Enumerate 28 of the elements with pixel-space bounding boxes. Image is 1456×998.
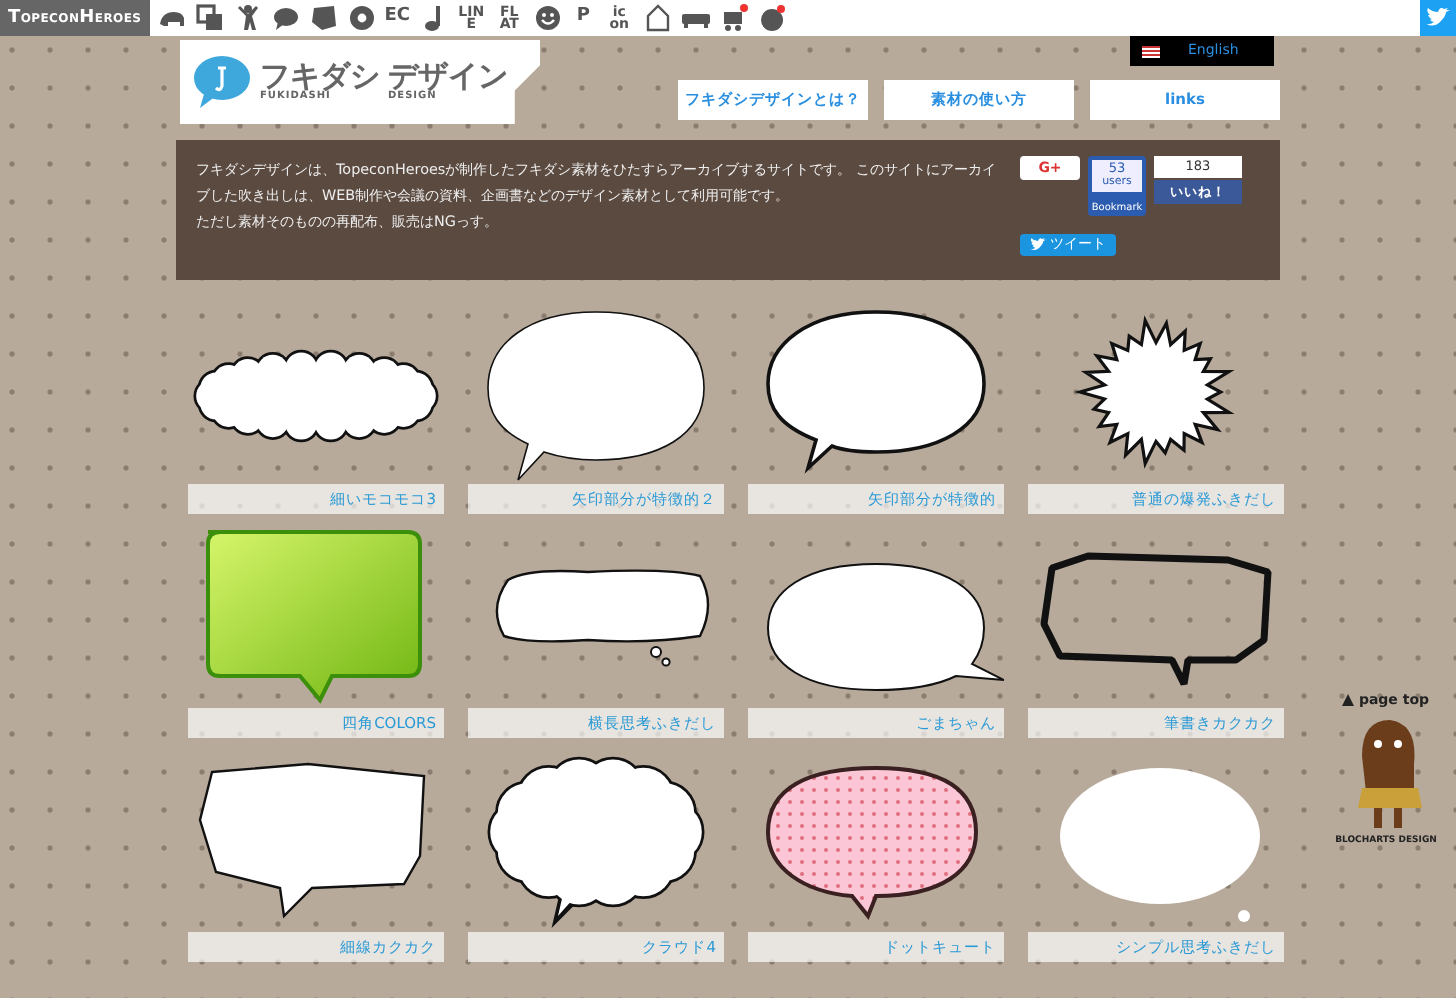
site-brand[interactable]: TopeconHeroes [0,0,150,36]
cloud-speech-bubble[interactable] [487,756,705,928]
angular-speech-bubble[interactable] [198,762,426,919]
ball-icon[interactable] [757,4,786,32]
brush-speech-bubble[interactable] [1040,552,1272,688]
up-triangle-icon [1342,694,1355,707]
polka-dot-speech-bubble[interactable] [766,766,978,918]
cloud-speech-bubble[interactable] [193,349,439,443]
speech-bubble-icon[interactable] [271,4,300,32]
text-icon[interactable]: EC [383,4,412,32]
house-icon[interactable] [643,4,672,32]
logo-text: デザイン [388,62,508,92]
copy-icon[interactable] [195,4,224,32]
speech-bubble[interactable] [766,310,986,470]
speech-bubble-logo-icon [192,54,252,110]
smiley-icon[interactable] [533,4,562,32]
burst-speech-bubble[interactable] [1074,315,1235,469]
logo-text: フキダシ [260,62,380,92]
gradient-speech-bubble[interactable] [206,530,422,702]
speech-bubble[interactable] [487,311,705,481]
twitter-icon[interactable] [1420,0,1456,36]
speech-bubble[interactable] [767,563,1004,691]
text-icon[interactable]: P [569,4,598,32]
figure-icon[interactable] [233,4,262,32]
cart-icon[interactable] [719,4,748,32]
bird-icon [1030,238,1046,252]
flag-icon [1142,45,1160,57]
thought-bubble[interactable] [495,569,710,667]
